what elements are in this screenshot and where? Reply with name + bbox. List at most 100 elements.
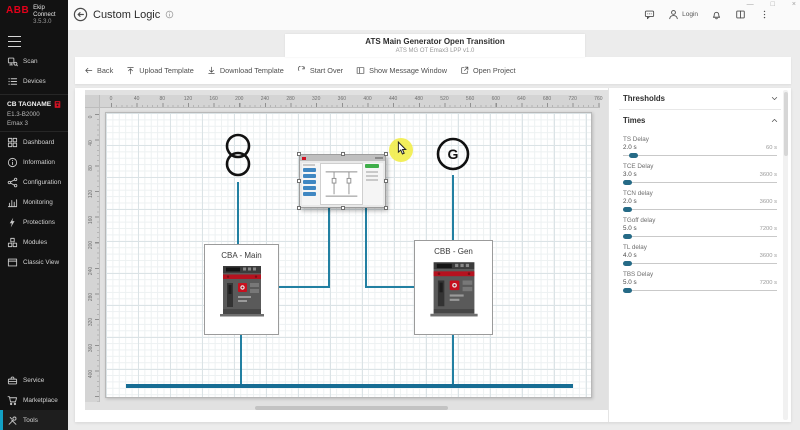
slider-handle-tgoff-delay[interactable] (623, 234, 632, 239)
breaker-image-cbb (429, 259, 479, 317)
node-cbb-gen[interactable]: CBB - Gen (414, 240, 493, 335)
slider-max: 7200 s (760, 226, 777, 232)
sidebar-item-scan[interactable]: Scan (0, 51, 68, 71)
slider-handle-ts-delay[interactable] (629, 153, 638, 158)
sidebar-item-marketplace[interactable]: Marketplace (0, 390, 68, 410)
app-window: ABB Ekip Connect 3.5.3.0 ScanDevices CB … (0, 0, 800, 430)
product-version: 3.5.3.0 (33, 19, 51, 25)
sidebar-item-modules[interactable]: Modules (0, 232, 68, 252)
line-generator-to-cbb (452, 175, 454, 240)
maximize-button[interactable]: □ (771, 1, 775, 9)
ruler-x-tick: 560 (466, 96, 474, 102)
slider-ts-delay: TS Delay2.0 s60 s (623, 136, 777, 163)
devices-icon (7, 76, 18, 87)
notifications-button[interactable] (711, 9, 722, 20)
embedded-screenshot-object[interactable] (299, 154, 386, 208)
selection-handle[interactable] (297, 206, 301, 210)
manual-button[interactable] (735, 9, 746, 20)
slider-track-tcn-delay[interactable] (623, 209, 777, 210)
sidebar-item-classic-view[interactable]: Classic View (0, 252, 68, 272)
node-cba-main[interactable]: CBA - Main (204, 244, 279, 335)
show-message-window-button[interactable]: Show Message Window (356, 66, 447, 75)
dashboard-icon (7, 137, 18, 148)
sidebar-item-monitoring[interactable]: Monitoring (0, 192, 68, 212)
section-times[interactable]: Times (609, 110, 791, 131)
topbar: Custom Logic Login — □ × (68, 0, 800, 30)
slider-track-tl-delay[interactable] (623, 263, 777, 264)
back-icon (84, 66, 93, 75)
slider-value: 5.0 s (623, 279, 777, 286)
sidebar-item-label: Modules (23, 239, 47, 246)
sidebar-item-dashboard[interactable]: Dashboard (0, 132, 68, 152)
section-thresholds[interactable]: Thresholds (609, 88, 791, 109)
back-button[interactable]: Back (84, 66, 113, 75)
feedback-button[interactable] (644, 9, 655, 20)
sidebar-item-service[interactable]: Service (0, 370, 68, 390)
sidebar-item-protections[interactable]: Protections (0, 212, 68, 232)
selection-handle[interactable] (297, 152, 301, 156)
download-template-button[interactable]: Download Template (207, 66, 284, 75)
slider-handle-tbs-delay[interactable] (623, 288, 632, 293)
slider-handle-tce-delay[interactable] (623, 180, 632, 185)
page-title: Custom Logic (93, 9, 160, 21)
slider-handle-tcn-delay[interactable] (623, 207, 632, 212)
chevron-up-icon (770, 116, 779, 125)
info-icon[interactable] (165, 10, 174, 19)
close-button[interactable]: × (792, 1, 796, 9)
diagram-page[interactable]: G CBA - Main CBB - Gen (105, 112, 592, 398)
sidebar-item-information[interactable]: Information (0, 152, 68, 172)
miniwindow-logo (302, 157, 306, 160)
slider-tbs-delay: TBS Delay5.0 s7200 s (623, 271, 777, 298)
slider-track-tgoff-delay[interactable] (623, 236, 777, 237)
selection-handle[interactable] (384, 179, 388, 183)
selection-handle[interactable] (341, 206, 345, 210)
ruler-x-tick: 360 (338, 96, 346, 102)
back-circle-icon[interactable] (73, 7, 88, 22)
slider-handle-tl-delay[interactable] (623, 261, 632, 266)
sidebar: ABB Ekip Connect 3.5.3.0 ScanDevices CB … (0, 0, 68, 430)
ruler-y-tick: 360 (88, 342, 94, 354)
device-tag: CB TAGNAME (7, 101, 51, 108)
classic-view-icon (7, 257, 18, 268)
transformer-symbol[interactable] (220, 133, 256, 179)
slider-track-tce-delay[interactable] (623, 182, 777, 183)
more-options-button[interactable] (759, 9, 770, 20)
generator-letter: G (448, 146, 459, 162)
slider-value: 4.0 s (623, 252, 777, 259)
configuration-icon (7, 177, 18, 188)
ruler-x-tick: 240 (261, 96, 269, 102)
sidebar-item-label: Service (23, 377, 44, 384)
selection-handle[interactable] (384, 152, 388, 156)
selection-handle[interactable] (297, 179, 301, 183)
device-model: E1.3-B2000 (7, 111, 62, 118)
panel-scrollbar-thumb[interactable] (784, 92, 788, 156)
slider-max: 3600 s (760, 253, 777, 259)
sidebar-item-configuration[interactable]: Configuration (0, 172, 68, 192)
sidebar-item-devices[interactable]: Devices (0, 71, 68, 91)
ruler-y-tick: 280 (88, 291, 94, 303)
menu-icon[interactable] (8, 36, 21, 47)
selection-handle[interactable] (341, 152, 345, 156)
device-block[interactable]: CB TAGNAME E1.3-B2000 Emax 3 (0, 94, 68, 132)
ruler-y-tick: 160 (88, 214, 94, 226)
upload-template-button[interactable]: Upload Template (126, 66, 194, 75)
start-over-button[interactable]: Start Over (297, 66, 343, 75)
miniwindow-controls (375, 157, 383, 159)
login-button[interactable]: Login (668, 9, 698, 20)
sidebar-item-tools[interactable]: Tools (0, 410, 68, 430)
selection-handle[interactable] (384, 206, 388, 210)
parameters-panel: Thresholds Times TS Delay2.0 s60 sTCE De… (608, 88, 791, 422)
panel-scrollbar[interactable] (783, 90, 788, 420)
tools-icon (7, 415, 18, 426)
canvas-horizontal-scrollbar[interactable] (255, 406, 448, 410)
generator-symbol[interactable]: G (434, 136, 472, 176)
open-project-button[interactable]: Open Project (460, 66, 516, 75)
monitoring-icon (7, 197, 18, 208)
miniwindow-body (302, 163, 383, 205)
chevron-down-icon (770, 94, 779, 103)
slider-track-tbs-delay[interactable] (623, 290, 777, 291)
minimize-button[interactable]: — (747, 1, 754, 9)
slider-track-ts-delay[interactable] (623, 155, 777, 156)
node-cbb-label: CBB - Gen (415, 247, 492, 256)
slider-label: TCN delay (623, 190, 777, 197)
